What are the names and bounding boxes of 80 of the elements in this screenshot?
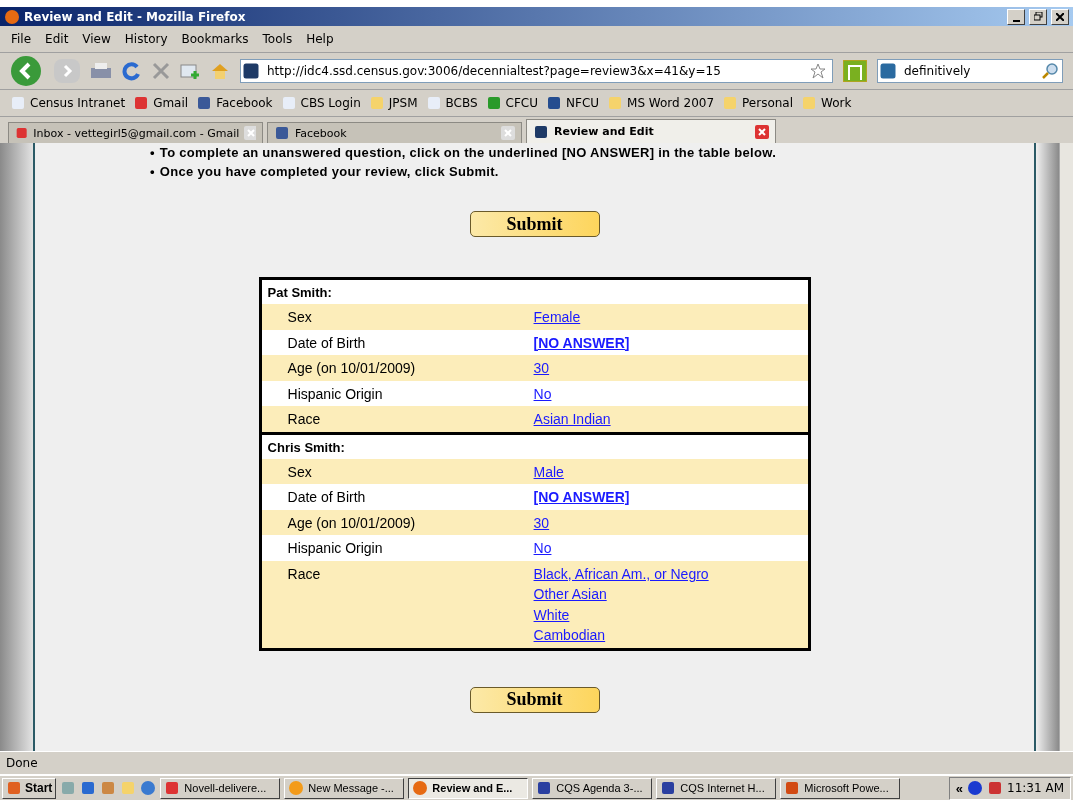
back-icon[interactable] [10,55,44,87]
stop-icon[interactable] [152,62,170,80]
taskbar-button[interactable]: CQS Internet H... [656,777,777,799]
search-field[interactable]: definitively [877,59,1063,83]
menu-item[interactable]: Edit [40,32,74,46]
print-icon[interactable] [90,61,112,81]
answer-link[interactable]: Asian Indian [533,409,611,430]
answer-link[interactable]: Black, African Am., or Negro [533,563,709,584]
field-label: Sex [286,462,313,482]
answer-link[interactable]: Female [533,307,581,328]
bookmark[interactable]: BCBS [425,95,478,111]
instruction-text: To complete an unanswered question, click on the underlined [NO ANSWER] in the table below. [159,145,777,160]
no-answer-link[interactable]: [NO ANSWER] [533,487,630,508]
field-label: Date of Birth [286,333,367,353]
taskbar-button[interactable]: CQS Agenda 3-... [532,777,653,799]
taskbar-button[interactable]: Novell-delivere... [160,777,281,799]
menu-item[interactable]: View [77,32,116,46]
field-label: Hispanic Origin [286,384,384,404]
field-label: Sex [286,308,313,327]
taskbar-button[interactable]: New Message -... [284,777,405,799]
reload-icon[interactable] [122,61,142,81]
bookmark[interactable]: CFCU [485,95,538,111]
minimize-button[interactable] [1007,8,1025,25]
close-button[interactable] [1051,8,1069,25]
submit-button[interactable]: Submit [469,211,600,237]
menu-item[interactable]: File [6,32,37,46]
bookmark[interactable]: Gmail [133,95,189,111]
menu-item[interactable]: History [119,32,173,46]
bullet: • [150,145,155,160]
answer-link[interactable]: Male [533,461,564,482]
bookmark[interactable]: NFCU [546,95,600,111]
home-icon[interactable] [210,61,230,81]
search-icon[interactable] [1042,63,1058,79]
restore-icon [1033,12,1043,21]
bookmark[interactable]: Personal [722,95,794,111]
browser-tab[interactable]: Facebook [267,122,522,143]
scrollbar[interactable] [1059,143,1073,751]
status-text: Done [6,756,38,770]
field-label: Date of Birth [286,488,367,507]
clock: 11:31 AM [1007,781,1064,795]
menu-item[interactable]: Help [301,32,339,46]
answer-link[interactable]: Cambodian [533,625,606,646]
bookmark[interactable]: Census Intranet [10,95,126,111]
answer-link[interactable]: White [533,604,570,625]
taskbar-button[interactable]: Review and E... [408,777,529,799]
menu-item[interactable]: Bookmarks [176,32,254,46]
close-icon [1056,12,1064,21]
window-title: Review and Edit - Mozilla Firefox [24,9,247,24]
bullet: • [150,164,155,179]
answer-link[interactable]: No [533,538,552,559]
no-answer-link[interactable]: [NO ANSWER] [533,332,630,353]
bookmark[interactable]: MS Word 2007 [607,95,715,111]
answer-link[interactable]: No [533,383,552,404]
bookmark[interactable]: Work [801,95,852,111]
forward-icon[interactable] [54,59,80,83]
browser-tab[interactable]: Review and Edit [526,119,776,143]
start-button[interactable]: Start [2,777,57,799]
minimize-icon [1012,19,1020,22]
menu-item[interactable]: Tools [257,32,298,46]
field-label: Age (on 10/01/2009) [286,359,417,378]
bookmark[interactable]: CBS Login [280,95,361,111]
tray-toggle[interactable]: « [955,780,964,796]
browser-tab[interactable]: Inbox - vettegirl5@gmail.com - Gmail [8,122,263,143]
field-label: Race [286,564,322,584]
folder-add-icon[interactable] [180,61,200,81]
answer-link[interactable]: 30 [533,358,550,379]
instruction-text: Once you have completed your review, click Submit. [159,164,499,179]
restore-button[interactable] [1029,8,1047,25]
answer-link[interactable]: 30 [533,512,550,533]
field-label: Hispanic Origin [286,539,384,558]
address-field[interactable]: http://idc4.ssd.census.gov:3006/decennialtest?page=review3&x=41&y=15 [240,59,833,83]
field-label: Race [286,410,322,429]
submit-button[interactable]: Submit [469,686,600,713]
taskbar-button[interactable]: Microsoft Powe... [780,777,901,799]
bookmark[interactable]: Facebook [196,95,273,111]
close-icon[interactable] [755,124,769,139]
answer-link[interactable]: Other Asian [533,584,607,605]
bookmark[interactable]: JPSM [368,95,418,111]
field-label: Age (on 10/01/2009) [286,513,417,533]
star-icon[interactable] [810,63,826,79]
